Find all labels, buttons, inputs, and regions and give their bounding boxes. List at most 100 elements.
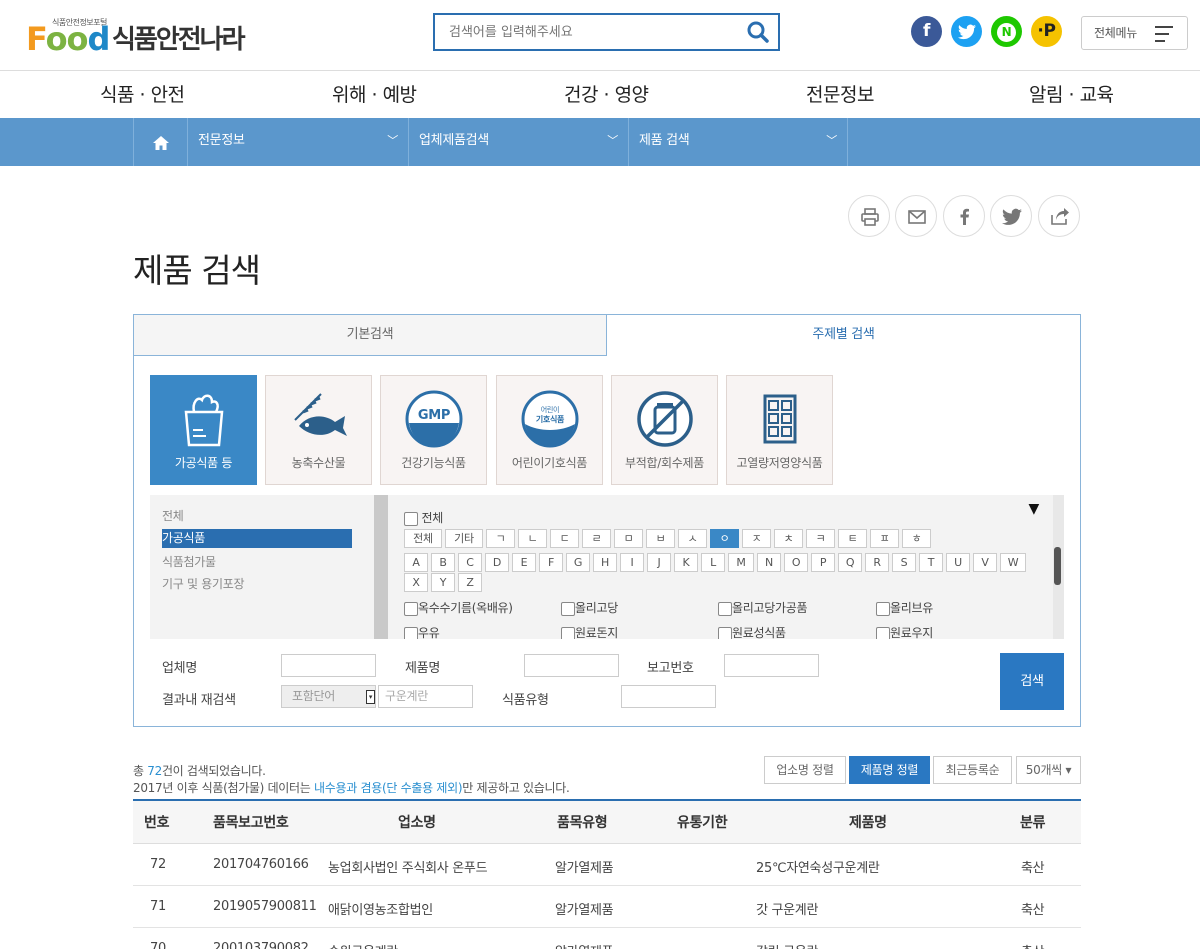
- korean-initial-button[interactable]: ㄷ: [550, 529, 579, 548]
- list-item-processed-food[interactable]: 가공식품: [162, 529, 352, 548]
- note-link[interactable]: 내수용과 겸용(단 수출용 제외): [314, 781, 463, 795]
- alphabet-button[interactable]: T: [919, 553, 943, 572]
- alphabet-button[interactable]: G: [566, 553, 590, 572]
- alphabet-button[interactable]: H: [593, 553, 617, 572]
- food-type-input[interactable]: [621, 685, 716, 708]
- category-agri-fishery[interactable]: 농축수산물: [265, 375, 372, 485]
- all-menu-button[interactable]: 전체메뉴: [1081, 16, 1188, 50]
- alphabet-button[interactable]: F: [539, 553, 563, 572]
- category-children-food[interactable]: 어린이 기호식품 어린이기호식품: [496, 375, 603, 485]
- alphabet-button[interactable]: S: [892, 553, 916, 572]
- alphabet-button[interactable]: J: [647, 553, 671, 572]
- korean-initial-button[interactable]: ㅎ: [902, 529, 931, 548]
- select-arrow-icon[interactable]: ▾: [366, 690, 375, 704]
- list-item-containers[interactable]: 기구 및 용기포장: [162, 575, 245, 592]
- gnb-health-nutrition[interactable]: 건강 · 영양: [564, 80, 649, 107]
- korean-initial-button[interactable]: ㅌ: [838, 529, 867, 548]
- list-item[interactable]: 원료돈지: [561, 624, 618, 639]
- alphabet-button[interactable]: P: [811, 553, 835, 572]
- korean-initial-button[interactable]: ㅈ: [742, 529, 771, 548]
- list-item[interactable]: 올리고당가공품: [718, 599, 807, 616]
- korean-initial-button[interactable]: ㅂ: [646, 529, 675, 548]
- scrollbar-thumb[interactable]: [1054, 547, 1061, 585]
- alphabet-button[interactable]: D: [485, 553, 509, 572]
- twitter-icon[interactable]: [951, 16, 982, 47]
- product-input[interactable]: [524, 654, 619, 677]
- sort-by-recent-button[interactable]: 최근등록순: [933, 756, 1012, 784]
- match-type-select[interactable]: 포함단어: [281, 685, 376, 708]
- list-item[interactable]: 옥수수기름(옥배유): [404, 599, 513, 616]
- check-all-item[interactable]: 전체: [404, 509, 443, 526]
- list-item[interactable]: 원료성식품: [718, 624, 786, 639]
- alphabet-button[interactable]: O: [784, 553, 808, 572]
- company-input[interactable]: [281, 654, 376, 677]
- category-processed-food[interactable]: 가공식품 등: [150, 375, 257, 485]
- alphabet-button[interactable]: K: [674, 553, 698, 572]
- breadcrumb-level2[interactable]: 업체제품검색 ﹀: [408, 118, 628, 166]
- facebook-icon[interactable]: f: [911, 16, 942, 47]
- category-recall-products[interactable]: 부적합/회수제품: [611, 375, 718, 485]
- print-button[interactable]: [848, 195, 890, 237]
- sort-by-product-button[interactable]: 제품명 정렬: [849, 756, 930, 784]
- korean-initial-button[interactable]: 기타: [445, 529, 483, 548]
- breadcrumb-level1[interactable]: 전문정보 ﹀: [187, 118, 408, 166]
- list-item-food-additive[interactable]: 식품첨가물: [162, 553, 216, 570]
- gnb-expert-info[interactable]: 전문정보: [806, 80, 874, 107]
- category-high-calorie[interactable]: 고열량저영양식품: [726, 375, 833, 485]
- sort-by-company-button[interactable]: 업소명 정렬: [764, 756, 846, 784]
- checkbox[interactable]: [876, 601, 890, 616]
- search-icon[interactable]: [746, 20, 770, 44]
- table-cell[interactable]: 갈릭 구운란: [756, 941, 818, 949]
- list-item[interactable]: 올리브유: [876, 599, 933, 616]
- korean-initial-button[interactable]: ㅋ: [806, 529, 835, 548]
- table-cell[interactable]: 25℃자연숙성구운계란: [756, 857, 880, 876]
- alphabet-button[interactable]: E: [512, 553, 536, 572]
- korean-initial-button[interactable]: ㅊ: [774, 529, 803, 548]
- alphabet-button[interactable]: Z: [458, 573, 482, 592]
- alphabet-button[interactable]: C: [458, 553, 482, 572]
- scrollbar[interactable]: [1053, 495, 1064, 639]
- korean-initial-button[interactable]: ㄹ: [582, 529, 611, 548]
- korean-initial-button[interactable]: ㄱ: [486, 529, 515, 548]
- search-submit-button[interactable]: 검색: [1000, 653, 1064, 710]
- alphabet-button[interactable]: Q: [838, 553, 862, 572]
- share-button[interactable]: [1038, 195, 1080, 237]
- page-size-select[interactable]: 50개씩 ▾: [1016, 756, 1081, 784]
- alphabet-button[interactable]: I: [620, 553, 644, 572]
- checkbox[interactable]: [561, 601, 575, 616]
- gnb-food-safety[interactable]: 식품 · 안전: [100, 80, 185, 107]
- email-share-button[interactable]: [895, 195, 937, 237]
- site-logo[interactable]: 식품안전정보포털 Food 식품안전나라: [26, 16, 266, 58]
- breadcrumb-level3[interactable]: 제품 검색 ﹀: [628, 118, 848, 166]
- category-health-functional[interactable]: GMP 건강기능식품: [380, 375, 487, 485]
- alphabet-button[interactable]: V: [973, 553, 997, 572]
- korean-initial-button[interactable]: ㅍ: [870, 529, 899, 548]
- alphabet-button[interactable]: U: [946, 553, 970, 572]
- facebook-share-button[interactable]: [943, 195, 985, 237]
- list-item[interactable]: 올리고당: [561, 599, 618, 616]
- korean-initial-button[interactable]: ㅅ: [678, 529, 707, 548]
- checkbox[interactable]: [561, 626, 575, 639]
- gnb-hazard-prevention[interactable]: 위해 · 예방: [332, 80, 417, 107]
- naver-band-icon[interactable]: N: [991, 16, 1022, 47]
- alphabet-button[interactable]: L: [701, 553, 725, 572]
- research-input[interactable]: 구운계란: [378, 685, 473, 708]
- alphabet-button[interactable]: M: [728, 553, 754, 572]
- report-number-input[interactable]: [724, 654, 819, 677]
- tab-topic-search[interactable]: 주제별 검색: [607, 315, 1080, 356]
- alphabet-button[interactable]: Y: [431, 573, 455, 592]
- gnb-notice-education[interactable]: 알림 · 교육: [1029, 80, 1114, 107]
- tab-basic-search[interactable]: 기본검색: [134, 315, 607, 356]
- alphabet-button[interactable]: A: [404, 553, 428, 572]
- site-search-input[interactable]: [435, 15, 735, 49]
- alphabet-button[interactable]: R: [865, 553, 889, 572]
- alphabet-button[interactable]: W: [1000, 553, 1026, 572]
- checkbox[interactable]: [718, 626, 732, 639]
- korean-initial-button[interactable]: ㅇ: [710, 529, 739, 548]
- checkbox[interactable]: [404, 601, 418, 616]
- checkbox[interactable]: [404, 511, 418, 526]
- checkbox[interactable]: [876, 626, 890, 639]
- list-item[interactable]: 원료우지: [876, 624, 933, 639]
- korean-initial-button[interactable]: 전체: [404, 529, 442, 548]
- korean-initial-button[interactable]: ㅁ: [614, 529, 643, 548]
